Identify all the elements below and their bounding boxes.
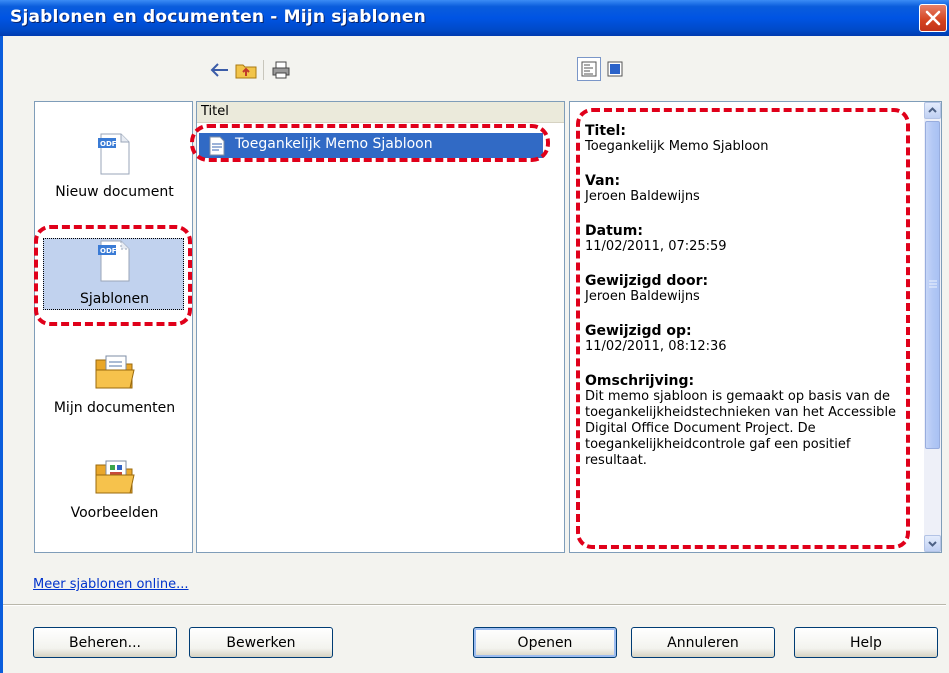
annotation-highlight-category: [34, 225, 192, 326]
annotation-highlight-list-item: [190, 124, 550, 162]
folder-documents-icon: [95, 355, 135, 389]
vertical-scrollbar[interactable]: [924, 102, 941, 552]
chevron-down-icon: [928, 541, 937, 547]
category-label: Mijn documenten: [53, 400, 176, 416]
help-button[interactable]: Help: [794, 627, 938, 658]
chevron-up-icon: [928, 107, 937, 113]
folder-examples-icon: [95, 460, 135, 494]
back-button[interactable]: [207, 58, 233, 82]
category-pane: ODF Nieuw document ODF Sjablonen Mijn do…: [34, 101, 193, 553]
back-arrow-icon: [210, 63, 228, 77]
document-view-icon: [581, 61, 597, 77]
scroll-down-button[interactable]: [924, 535, 941, 552]
close-icon: [925, 10, 941, 26]
folder-up-button[interactable]: [233, 58, 259, 82]
odf-new-document-icon: ODF: [97, 133, 129, 175]
annotation-highlight-properties: [576, 108, 910, 549]
window-title: Sjablonen en documenten - Mijn sjablonen: [10, 7, 426, 27]
manage-button[interactable]: Beheren...: [33, 627, 177, 658]
close-button[interactable]: [919, 4, 947, 32]
category-examples[interactable]: Voorbeelden: [35, 457, 194, 521]
title-bar: Sjablonen en documenten - Mijn sjablonen: [0, 0, 949, 36]
preview-view-icon: [607, 61, 623, 77]
preview-view-button[interactable]: [603, 57, 627, 81]
toolbar: [207, 58, 294, 82]
templates-dialog: Sjablonen en documenten - Mijn sjablonen: [0, 0, 949, 673]
category-label: Nieuw document: [55, 184, 174, 200]
document-properties-view-button[interactable]: [577, 57, 601, 81]
svg-text:ODF: ODF: [100, 140, 117, 148]
template-list: Titel Toegankelijk Memo Sjabloon: [196, 101, 565, 553]
print-button[interactable]: [268, 58, 294, 82]
grip-icon: [929, 280, 937, 288]
scroll-thumb[interactable]: [925, 121, 940, 449]
scroll-up-button[interactable]: [924, 102, 941, 119]
column-header-title[interactable]: Titel: [197, 102, 564, 123]
category-my-documents[interactable]: Mijn documenten: [35, 352, 194, 416]
edit-button[interactable]: Bewerken: [189, 627, 333, 658]
category-label: Voorbeelden: [70, 505, 159, 521]
window-border: [0, 36, 3, 673]
cancel-button[interactable]: Annuleren: [631, 627, 775, 658]
toolbar-separator: [263, 60, 264, 80]
more-templates-online-link[interactable]: Meer sjablonen online...: [33, 577, 189, 592]
open-button[interactable]: Openen: [473, 627, 617, 658]
print-icon: [272, 61, 290, 79]
category-new-document[interactable]: ODF Nieuw document: [35, 132, 194, 200]
folder-up-icon: [235, 64, 257, 79]
separator: [3, 604, 946, 606]
